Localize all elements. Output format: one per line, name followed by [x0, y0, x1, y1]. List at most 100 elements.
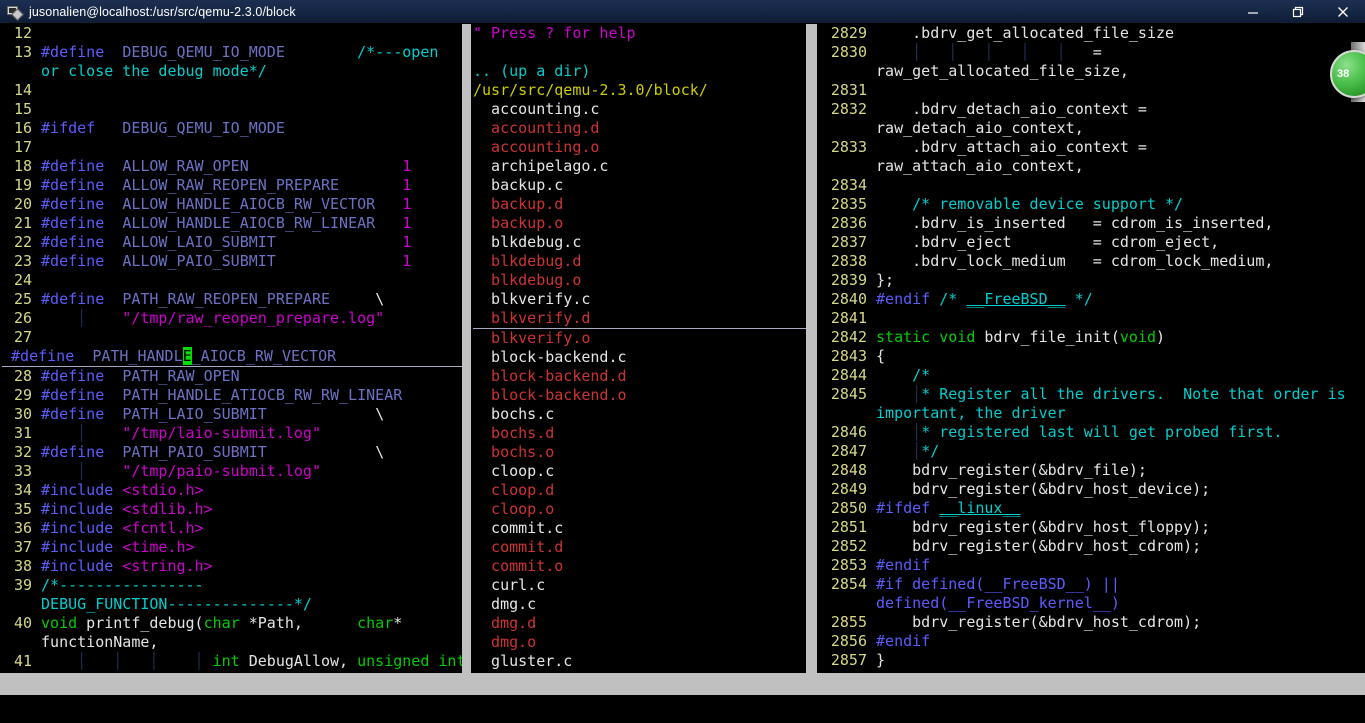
nerdtree-file-entry[interactable]: block-backend.o [473, 386, 626, 404]
nerdtree-file-entry[interactable]: blkverify.d [473, 309, 806, 329]
code-line: functionName, [0, 633, 462, 652]
nerdtree-file-entry[interactable]: block-backend.d [473, 367, 626, 385]
code-line-content: #define PATH_LAIO_SUBMIT \ [32, 405, 384, 423]
code-line: 2839 }; [817, 271, 1365, 290]
nerdtree-file-entry[interactable]: commit.d [473, 538, 563, 556]
nerdtree-file-entry[interactable]: bochs.d [473, 424, 554, 442]
tree-row[interactable]: accounting.c [471, 100, 806, 119]
nerdtree-up-a-dir[interactable]: .. (up a dir) [473, 62, 590, 80]
restore-button[interactable] [1275, 0, 1320, 24]
code-token: } [876, 651, 886, 669]
nerdtree-file-entry[interactable]: accounting.c [473, 100, 599, 118]
terminal-bottom-filler [0, 695, 1365, 723]
code-line: 14 [0, 81, 462, 100]
vertical-split-separator-left[interactable] [462, 24, 471, 673]
tree-row[interactable]: bochs.d [471, 424, 806, 443]
minimize-button[interactable] [1230, 0, 1275, 24]
tree-row[interactable]: blkdebug.d [471, 252, 806, 271]
nerdtree-file-entry[interactable]: archipelago.c [473, 157, 608, 175]
code-line-content-cursorline: #define PATH_HANDLE_AIOCB_RW_VECTOR [2, 347, 462, 367]
code-line-content: #define PATH_HANDLE_ATIOCB_RW_RW_LINEAR [32, 386, 402, 404]
editor-pane-left[interactable]: 12 13 #define DEBUG_QEMU_IO_MODE /*---op… [0, 24, 462, 673]
nerdtree-file-entry[interactable]: cloop.d [473, 481, 554, 499]
nerdtree-help-hint[interactable]: " Press ? for help [473, 24, 636, 42]
tree-row[interactable]: gluster.c [471, 652, 806, 671]
code-line-content [32, 100, 41, 118]
tree-row[interactable]: cloop.c [471, 462, 806, 481]
tree-row[interactable]: backup.d [471, 195, 806, 214]
vertical-split-separator-right[interactable] [806, 24, 817, 673]
code-token: <stdio.h> [122, 481, 204, 499]
tree-row[interactable]: bochs.o [471, 443, 806, 462]
nerdtree-file-entry[interactable]: accounting.d [473, 119, 599, 137]
tree-row[interactable]: block-backend.d [471, 367, 806, 386]
code-line: 2838 .bdrv_lock_medium = cdrom_lock_medi… [817, 252, 1365, 271]
nerdtree-file-entry[interactable]: dmg.d [473, 614, 536, 632]
nerdtree-file-entry[interactable]: dmg.o [473, 633, 536, 651]
nerdtree-file-entry[interactable]: cloop.o [473, 500, 554, 518]
code-token: static void [876, 328, 976, 346]
code-line: 21 #define ALLOW_HANDLE_AIOCB_RW_LINEAR … [0, 214, 462, 233]
nerdtree-file-entry[interactable]: commit.c [473, 519, 563, 537]
tree-row[interactable]: blkverify.o [471, 329, 806, 348]
tree-row[interactable]: commit.o [471, 557, 806, 576]
nerdtree-file-entry[interactable]: accounting.o [473, 138, 599, 156]
nerdtree-file-entry[interactable]: cloop.c [473, 462, 554, 480]
tree-row[interactable]: accounting.d [471, 119, 806, 138]
nerdtree-file-entry[interactable]: blkdebug.o [473, 271, 581, 289]
tree-row[interactable]: archipelago.c [471, 157, 806, 176]
tree-row[interactable]: curl.c [471, 576, 806, 595]
tree-row[interactable]: commit.c [471, 519, 806, 538]
nerdtree-file-entry[interactable]: dmg.c [473, 595, 536, 613]
tree-row[interactable]: .. (up a dir) [471, 62, 806, 81]
nerdtree-file-entry[interactable]: curl.c [473, 576, 545, 594]
tree-row[interactable]: backup.c [471, 176, 806, 195]
tree-row[interactable]: commit.d [471, 538, 806, 557]
code-line: 13 #define DEBUG_QEMU_IO_MODE /*---open [0, 43, 462, 62]
nerdtree-file-entry[interactable]: block-backend.c [473, 348, 626, 366]
file-explorer-pane[interactable]: " Press ? for help .. (up a dir)/usr/src… [471, 24, 806, 673]
tree-row[interactable]: block-backend.c [471, 348, 806, 367]
code-line-content [32, 138, 41, 156]
nerdtree-file-entry[interactable]: backup.o [473, 214, 563, 232]
line-number: 2855 [830, 613, 867, 631]
tree-row[interactable]: dmg.d [471, 614, 806, 633]
tree-row[interactable]: blkdebug.o [471, 271, 806, 290]
nerdtree-file-entry[interactable]: backup.c [473, 176, 563, 194]
tree-row[interactable]: block-backend.o [471, 386, 806, 405]
nerdtree-file-entry[interactable]: backup.d [473, 195, 563, 213]
code-line: or close the debug mode*/ [0, 62, 462, 81]
tree-row[interactable]: dmg.c [471, 595, 806, 614]
nerdtree-file-entry[interactable]: commit.o [473, 557, 563, 575]
nerdtree-file-entry[interactable]: bochs.c [473, 405, 554, 423]
tree-row[interactable]: /usr/src/qemu-2.3.0/block/ [471, 81, 806, 100]
code-line: 2854 #if defined(__FreeBSD__) || [817, 575, 1365, 594]
nerdtree-file-entry[interactable]: blkverify.o [473, 329, 590, 347]
code-line: 23 #define ALLOW_PAIO_SUBMIT 1 [0, 252, 462, 271]
tree-row[interactable]: cloop.o [471, 500, 806, 519]
tree-row[interactable]: dmg.o [471, 633, 806, 652]
tree-row[interactable]: " Press ? for help [471, 24, 806, 43]
code-token: raw_attach_aio_context, [876, 157, 1084, 175]
nerdtree-file-entry[interactable]: blkdebug.d [473, 252, 581, 270]
tree-row[interactable]: blkverify.d [471, 309, 806, 329]
nerdtree-file-entry[interactable]: blkverify.c [473, 290, 590, 308]
tree-row[interactable]: backup.o [471, 214, 806, 233]
nerdtree-root-path[interactable]: /usr/src/qemu-2.3.0/block/ [473, 81, 708, 99]
code-token: * Register all the drivers. Note that or… [921, 385, 1346, 403]
nerdtree-file-entry[interactable]: bochs.o [473, 443, 554, 461]
code-line-content: │ "/tmp/paio-submit.log" [32, 462, 321, 480]
close-button[interactable] [1320, 0, 1365, 24]
nerdtree-file-entry[interactable]: blkdebug.c [473, 233, 581, 251]
tree-row[interactable]: blkverify.c [471, 290, 806, 309]
tree-row[interactable]: blkdebug.c [471, 233, 806, 252]
tree-row[interactable]: accounting.o [471, 138, 806, 157]
editor-pane-right[interactable]: 2829 .bdrv_get_allocated_file_size 2830 │… [817, 24, 1365, 673]
nerdtree-file-entry[interactable]: gluster.c [473, 652, 572, 670]
tree-row[interactable]: cloop.d [471, 481, 806, 500]
code-line: 2852 bdrv_register(&bdrv_host_cdrom); [817, 537, 1365, 556]
code-line-content: { [867, 347, 885, 365]
code-line-content: #define ALLOW_PAIO_SUBMIT 1 [32, 252, 411, 270]
tree-row[interactable]: bochs.c [471, 405, 806, 424]
